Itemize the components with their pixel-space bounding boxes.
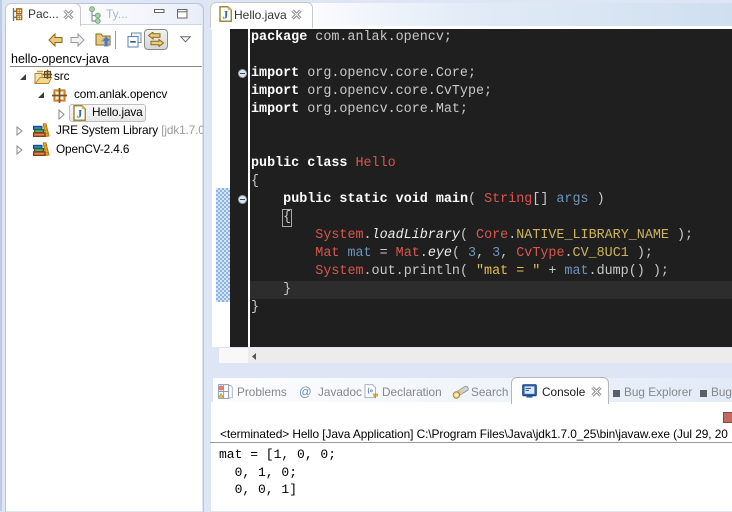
svg-text:J: J: [222, 8, 228, 22]
svg-text:J: J: [76, 107, 82, 121]
